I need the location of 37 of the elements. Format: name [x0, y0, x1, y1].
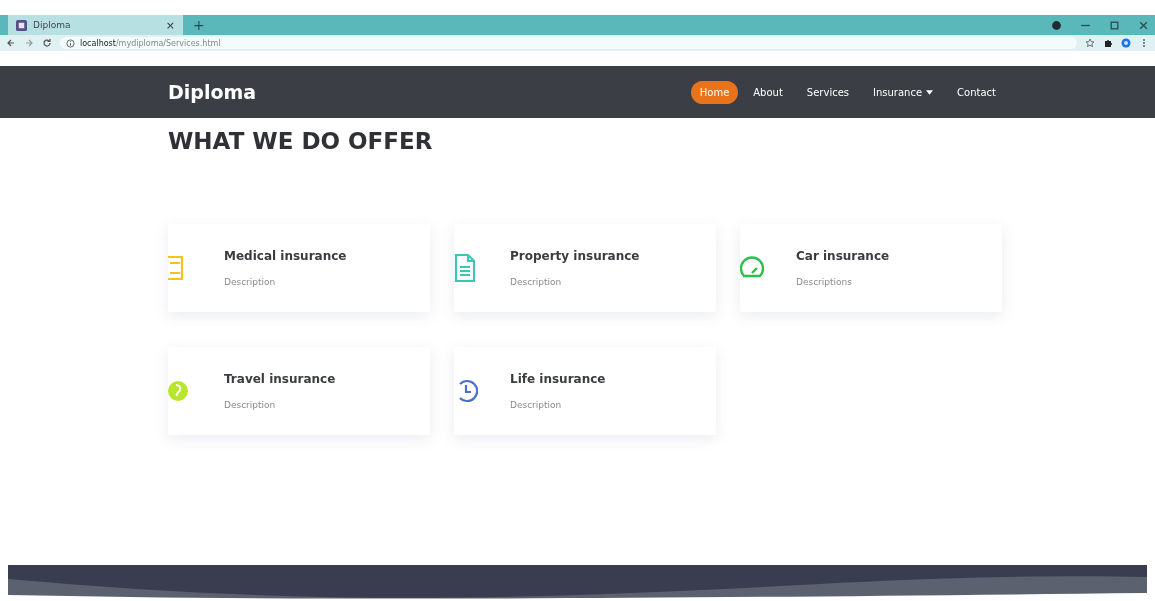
service-card[interactable]: Travel insurance Description — [168, 347, 430, 435]
card-description: Description — [224, 277, 277, 287]
puzzle-icon[interactable] — [1103, 38, 1113, 48]
card-title: Property insurance — [510, 249, 640, 263]
favicon-icon — [16, 19, 27, 31]
nav-link[interactable]: Insurance — [864, 80, 943, 104]
card-title: Car insurance — [796, 249, 890, 263]
card-title: Life insurance — [510, 372, 606, 386]
card-title: Medical insurance — [224, 249, 347, 263]
back-icon[interactable] — [6, 38, 16, 48]
card-description: Description — [510, 400, 563, 410]
close-tab-button[interactable]: × — [165, 18, 175, 32]
site-logo[interactable]: Diploma — [168, 81, 691, 103]
card-description: Description — [510, 277, 563, 287]
tab-title: Diploma — [33, 20, 72, 30]
address-bar[interactable]: localhost/mydiploma/Services.html — [60, 37, 1077, 49]
forward-icon[interactable] — [24, 38, 34, 48]
card-description: Descriptions — [796, 277, 853, 287]
nav-link[interactable]: About — [744, 80, 792, 104]
maximize-icon[interactable] — [1109, 19, 1120, 31]
card-title: Travel insurance — [224, 372, 336, 386]
card-description: Description — [224, 400, 277, 410]
nav-link[interactable]: Services — [797, 80, 859, 104]
service-card[interactable]: Life insurance Description — [454, 347, 716, 435]
extension-icon[interactable] — [1051, 19, 1062, 31]
service-card[interactable]: Car insurance Descriptions — [740, 224, 1002, 312]
service-card[interactable]: Property insurance Description — [454, 224, 716, 312]
info-icon — [66, 38, 75, 48]
service-card[interactable]: Medical insurance Description — [168, 224, 430, 312]
reload-icon[interactable] — [42, 38, 52, 48]
nav-link[interactable]: Contact — [948, 80, 1005, 104]
new-tab-button[interactable]: + — [193, 18, 205, 32]
star-icon[interactable] — [1085, 38, 1095, 48]
browser-tab[interactable]: Diploma × — [8, 15, 183, 35]
profile-icon[interactable] — [1121, 38, 1131, 48]
close-icon[interactable] — [1138, 19, 1149, 31]
section-heading: WHAT WE DO OFFER — [168, 128, 434, 154]
